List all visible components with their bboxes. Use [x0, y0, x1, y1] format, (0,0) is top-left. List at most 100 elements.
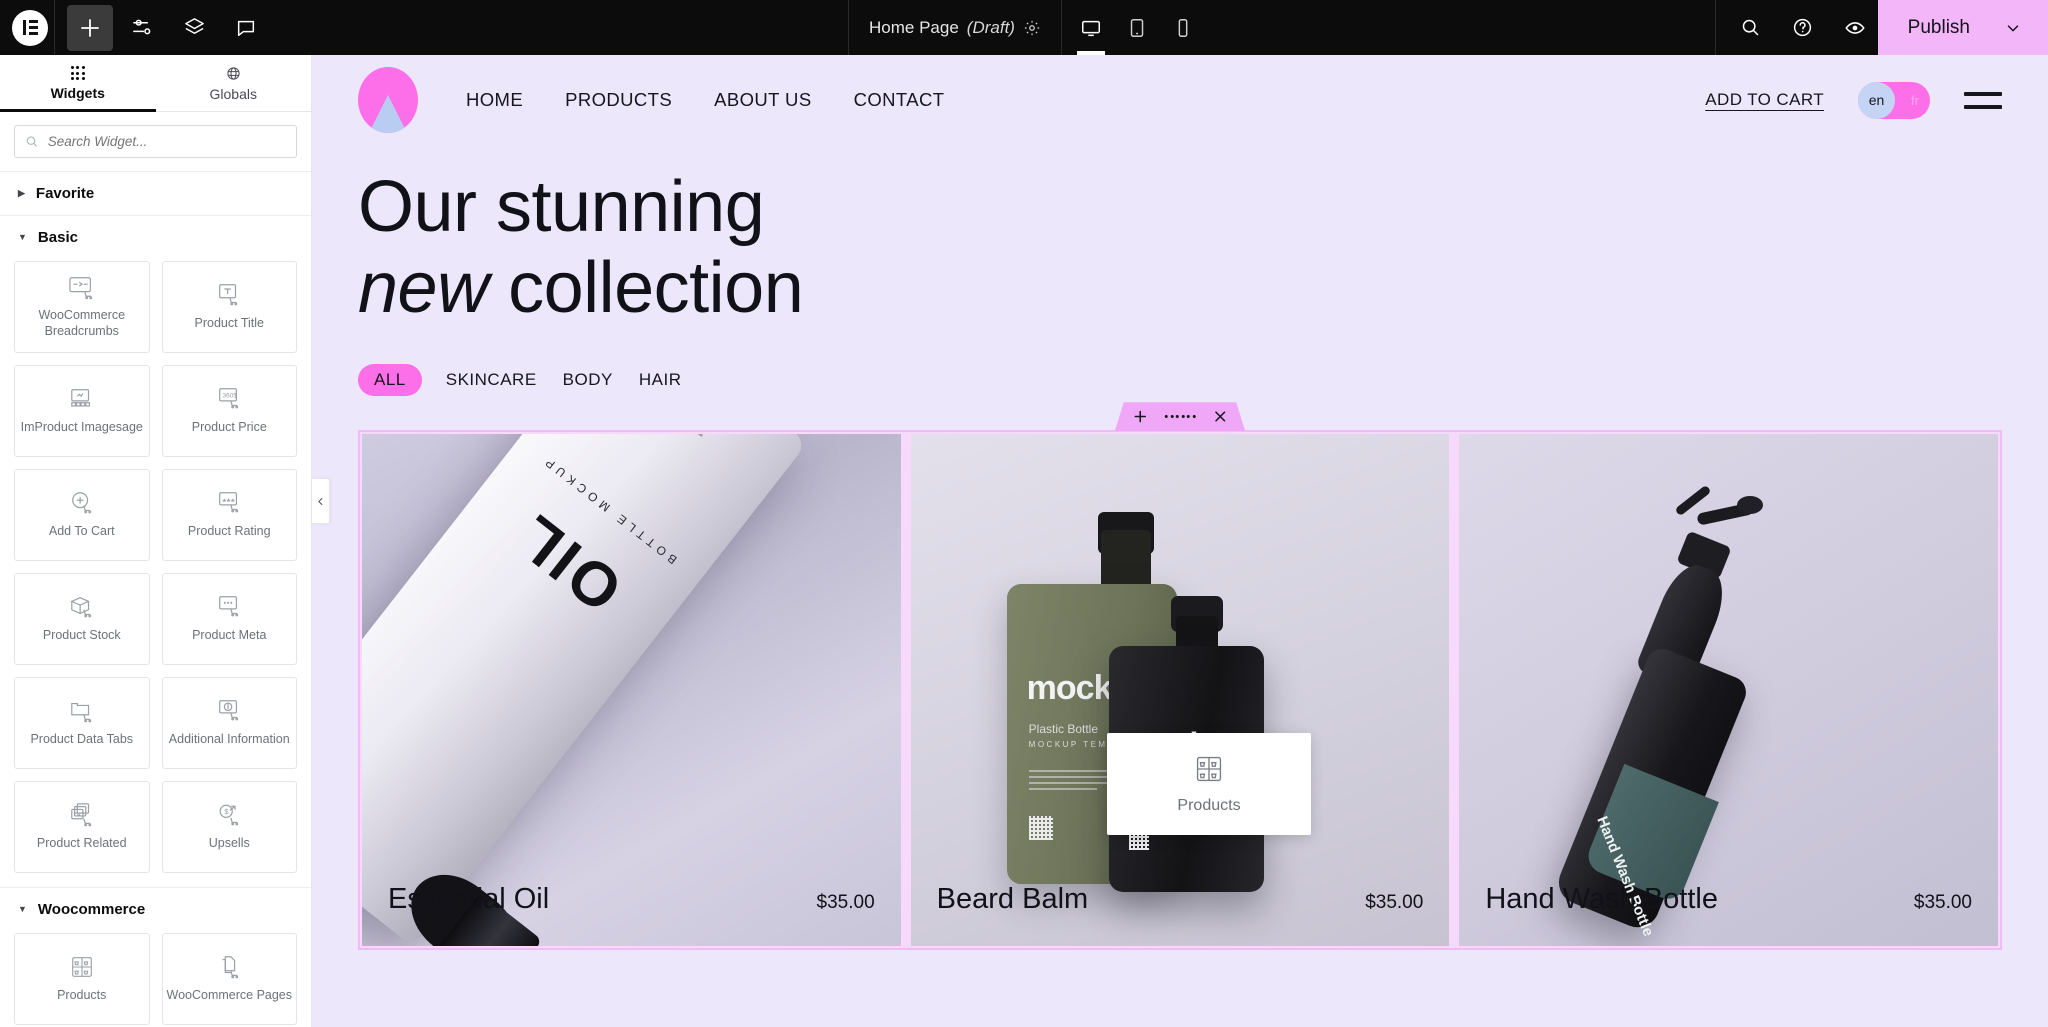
responsive-mode-group — [1068, 0, 1206, 55]
product-stock-icon — [67, 594, 97, 620]
hero-line-2-rest: collection — [488, 247, 804, 328]
widget-product-related[interactable]: Product Related — [14, 781, 150, 873]
add-section-icon[interactable] — [1132, 408, 1149, 425]
filter-all[interactable]: ALL — [358, 364, 422, 397]
filter-body[interactable]: BODY — [561, 364, 615, 396]
navigator-layers-button[interactable] — [171, 5, 217, 51]
tablet-icon — [1130, 18, 1144, 37]
widget-product-title[interactable]: Product Title — [161, 261, 297, 353]
widget-label: WooCommerce Breadcrumbs — [38, 308, 126, 338]
language-toggle[interactable]: en fr — [1858, 81, 1930, 119]
nav-link-products[interactable]: PRODUCTS — [565, 89, 672, 111]
notes-button[interactable] — [223, 5, 269, 51]
close-icon[interactable] — [1211, 408, 1228, 425]
filter-hair[interactable]: HAIR — [637, 364, 684, 396]
elementor-editor: Home Page (Draft) Publish Widgets Global… — [0, 0, 2048, 1027]
widget-product-price[interactable]: 360$ Product Price — [161, 365, 297, 457]
add-to-cart-link[interactable]: ADD TO CART — [1705, 90, 1824, 110]
sliders-icon — [132, 19, 150, 35]
drag-preview-label: Products — [1177, 797, 1241, 814]
product-price: $35.00 — [1913, 892, 1972, 914]
chevron-down-icon[interactable] — [2004, 19, 2022, 37]
widget-additional-information[interactable]: Additional Information — [161, 677, 297, 769]
tab-widgets[interactable]: Widgets — [0, 55, 156, 112]
language-inactive-label: fr — [1911, 92, 1919, 108]
publish-button[interactable]: Publish — [1877, 0, 2048, 55]
search-widget-box[interactable] — [14, 125, 297, 158]
svg-text:360$: 360$ — [223, 393, 238, 400]
nav-link-about-us[interactable]: ABOUT US — [714, 89, 811, 111]
top-bar-left-group — [0, 0, 269, 55]
product-card[interactable]: mockup Plastic Bottle MOCKUP TEMPLATE mo… — [910, 434, 1450, 947]
widget-product-image[interactable]: ImProduct Imagesage — [14, 365, 150, 457]
category-favorite[interactable]: ▶ Favorite — [0, 171, 311, 215]
widget-product-data-tabs[interactable]: Product Data Tabs — [14, 677, 150, 769]
category-woocommerce[interactable]: ▼ Woocommerce — [0, 887, 311, 931]
publish-label: Publish — [1907, 16, 1970, 38]
widget-grid-basic: WooCommerce Breadcrumbs Product Title Im… — [0, 259, 311, 887]
settings-sliders-button[interactable] — [119, 5, 165, 51]
widget-product-meta[interactable]: Product Meta — [161, 573, 297, 665]
widget-woocommerce-pages[interactable]: WooCommerce Pages — [161, 933, 297, 1025]
widget-product-stock[interactable]: Product Stock — [14, 573, 150, 665]
panel-scroll-area[interactable]: ▶ Favorite ▼ Basic WooCommerce Breadcrum… — [0, 171, 311, 1027]
nav-link-home[interactable]: HOME — [466, 89, 523, 111]
editor-body: Widgets Globals Search Widget... ▶ Favor… — [0, 55, 2048, 1027]
category-basic[interactable]: ▼ Basic — [0, 215, 311, 259]
tab-globals[interactable]: Globals — [156, 55, 312, 111]
preview-eye-icon — [1845, 21, 1865, 34]
widget-woocommerce-breadcrumbs[interactable]: WooCommerce Breadcrumbs — [14, 261, 150, 353]
widget-label: ImProduct Imagesage — [20, 420, 143, 435]
globe-icon — [227, 67, 240, 80]
widget-add-to-cart[interactable]: Add To Cart — [14, 469, 150, 561]
preview-button[interactable] — [1832, 5, 1878, 51]
search-widget-wrap — [0, 112, 311, 171]
product-card[interactable]: Hand Wash Bottle Hand Wash Bottle $35.00 — [1459, 434, 1998, 947]
panel-collapse-button[interactable] — [312, 478, 330, 524]
category-favorite-label: Favorite — [35, 185, 95, 202]
product-name: Beard Balm — [936, 883, 1089, 916]
gear-icon[interactable] — [1023, 19, 1041, 37]
chevron-down-icon: ▼ — [18, 232, 27, 242]
mobile-view-button[interactable] — [1160, 0, 1206, 55]
add-element-button[interactable] — [67, 4, 113, 51]
widget-label: Products — [57, 988, 107, 1003]
elementor-logo-icon[interactable] — [12, 9, 48, 46]
nav-link-contact[interactable]: CONTACT — [854, 89, 945, 111]
product-meta-row: Beard Balm $35.00 — [911, 861, 1450, 946]
product-filters: ALL SKINCARE BODY HAIR — [358, 364, 2002, 397]
tab-widgets-label: Widgets — [50, 85, 105, 101]
widget-upsells[interactable]: $ Upsells — [161, 781, 297, 873]
plus-icon — [81, 18, 99, 37]
page-canvas[interactable]: HOME PRODUCTS ABOUT US CONTACT ADD TO CA… — [312, 55, 2048, 1027]
filter-skincare[interactable]: SKINCARE — [444, 364, 539, 396]
desktop-view-button[interactable] — [1068, 0, 1114, 55]
product-meta-row: Hand Wash Bottle $35.00 — [1459, 861, 1998, 946]
right-divider — [1714, 0, 1716, 55]
widget-product-rating[interactable]: Product Rating — [161, 469, 297, 561]
chevron-right-icon: ▶ — [18, 188, 25, 198]
category-basic-label: Basic — [37, 229, 78, 246]
search-input[interactable] — [47, 134, 286, 149]
svg-text:$: $ — [225, 807, 229, 816]
search-button[interactable] — [1728, 5, 1774, 51]
widget-label: Product Meta — [192, 628, 267, 643]
drag-handle-icon[interactable] — [1165, 415, 1196, 418]
product-card[interactable]: BOTTLE MOCKUP OIL Essential Oil $35.00 — [362, 434, 901, 947]
site-navigation: HOME PRODUCTS ABOUT US CONTACT — [466, 89, 944, 111]
help-button[interactable] — [1780, 5, 1826, 51]
widget-products[interactable]: Products — [14, 933, 150, 1025]
brand-logo-icon[interactable] — [358, 67, 418, 133]
drag-preview-card: Products — [1107, 733, 1311, 835]
products-section-wrapper[interactable]: BOTTLE MOCKUP OIL Essential Oil $35.00 m… — [358, 430, 2002, 951]
tablet-view-button[interactable] — [1114, 0, 1160, 55]
document-title-group[interactable]: Home Page (Draft) — [855, 0, 1055, 55]
add-to-cart-icon — [67, 490, 97, 516]
products-grid-icon — [1192, 753, 1226, 785]
product-meta-row: Essential Oil $35.00 — [362, 861, 901, 946]
center-divider-right — [1060, 0, 1062, 55]
products-grid-icon — [68, 954, 96, 980]
hamburger-menu-icon[interactable] — [1964, 91, 2002, 109]
desktop-icon — [1081, 20, 1100, 36]
product-price: $35.00 — [1365, 892, 1424, 914]
